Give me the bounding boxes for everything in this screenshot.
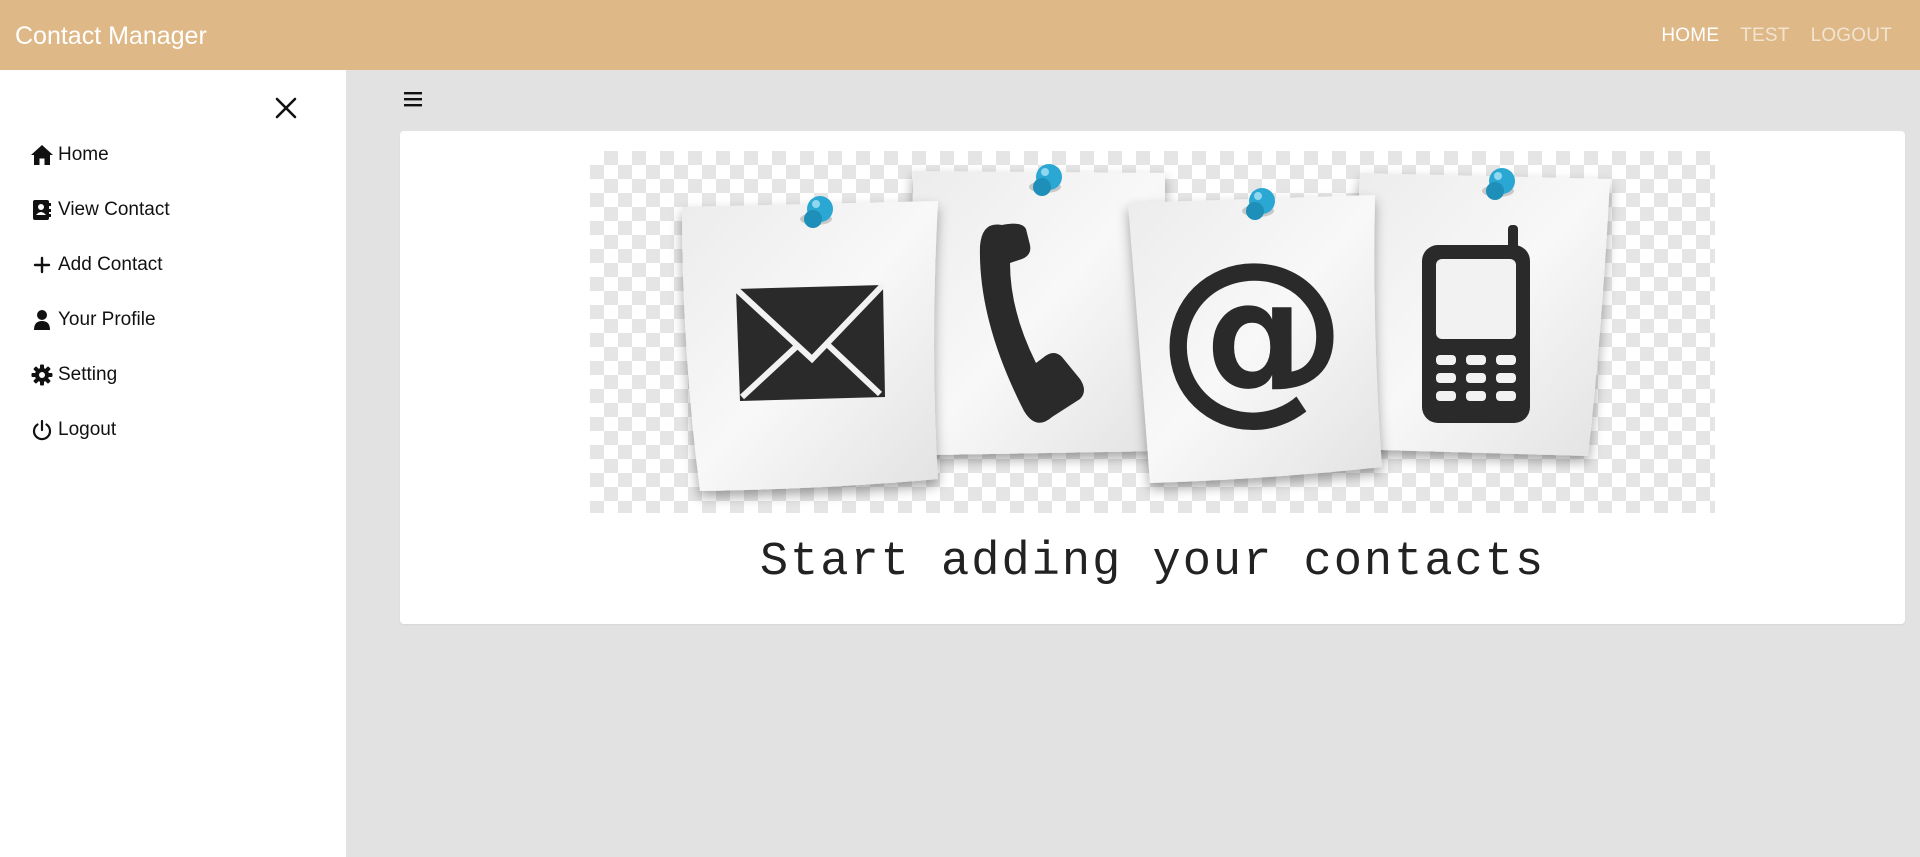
- welcome-card: @ Start adding your contacts: [400, 131, 1905, 624]
- svg-text:@: @: [1157, 221, 1347, 442]
- home-icon: [30, 143, 54, 167]
- nav-link-test[interactable]: TEST: [1740, 22, 1789, 50]
- sidebar-item-add-contact[interactable]: Add Contact: [30, 250, 163, 280]
- sidebar-item-label: Your Profile: [58, 309, 156, 330]
- contact-banner-image: @: [590, 151, 1715, 513]
- power-icon: [30, 418, 54, 442]
- plus-icon: [30, 253, 54, 277]
- sidebar-item-label: Logout: [58, 419, 117, 440]
- nav-link-logout[interactable]: LOGOUT: [1811, 22, 1892, 50]
- top-navbar: Contact Manager HOME TEST LOGOUT: [0, 0, 1920, 70]
- sidebar: Home View Contact Add Contact Your Profi…: [0, 70, 346, 857]
- brand-link[interactable]: Contact Manager: [15, 20, 207, 52]
- sidebar-item-label: Home: [58, 144, 109, 165]
- gear-icon: [30, 363, 54, 387]
- at-sign-icon: @: [1157, 221, 1347, 442]
- hamburger-icon[interactable]: [402, 88, 424, 110]
- sidebar-item-label: Add Contact: [58, 254, 163, 275]
- mobile-phone-icon: [1422, 225, 1530, 423]
- sidebar-item-view-contact[interactable]: View Contact: [30, 195, 170, 225]
- sidebar-item-label: View Contact: [58, 199, 170, 220]
- contact-card-icon: [30, 198, 54, 222]
- nav-links: HOME TEST LOGOUT: [1661, 22, 1892, 50]
- sidebar-item-home[interactable]: Home: [30, 140, 109, 170]
- sidebar-item-setting[interactable]: Setting: [30, 360, 117, 390]
- welcome-tagline: Start adding your contacts: [759, 536, 1546, 589]
- close-icon[interactable]: [273, 95, 299, 121]
- sidebar-item-your-profile[interactable]: Your Profile: [30, 305, 156, 335]
- sidebar-item-label: Setting: [58, 364, 118, 385]
- user-icon: [30, 308, 54, 332]
- envelope-icon: [733, 282, 886, 401]
- nav-link-home[interactable]: HOME: [1661, 22, 1719, 50]
- sidebar-item-logout[interactable]: Logout: [30, 415, 116, 445]
